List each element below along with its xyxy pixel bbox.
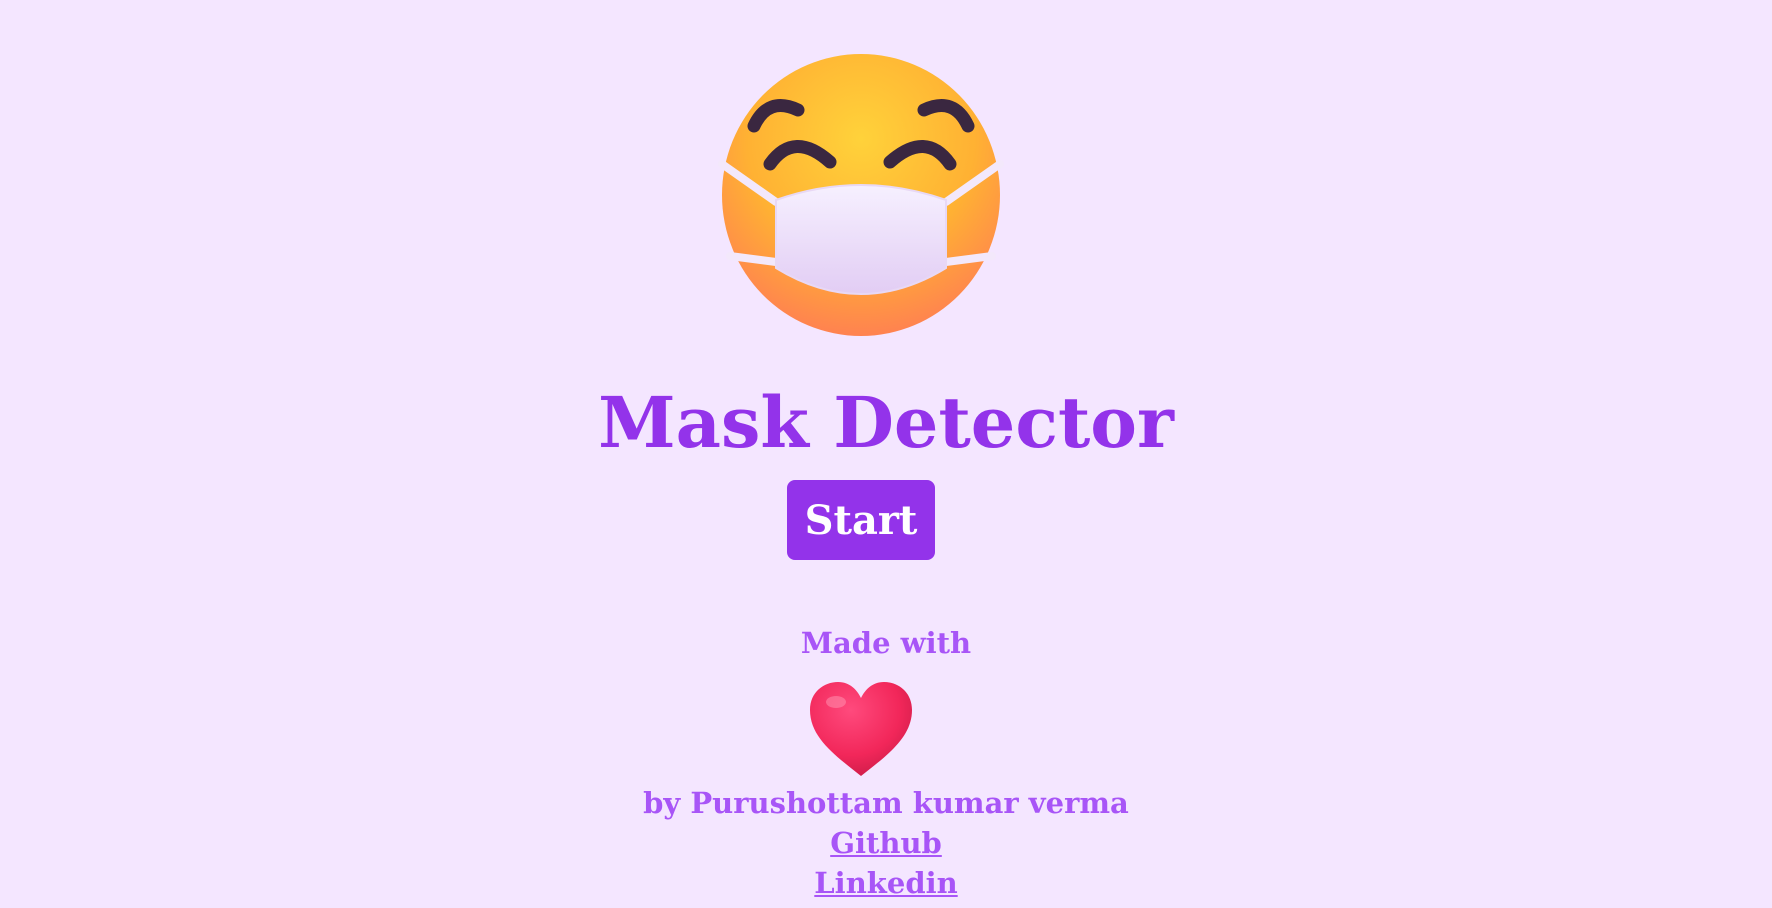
start-button[interactable]: Start: [787, 480, 935, 560]
red-heart-icon: [810, 682, 912, 776]
landing-page: Mask Detector Start Made with by Purusho…: [0, 0, 1772, 908]
github-link-row: Github: [0, 823, 1772, 863]
github-link[interactable]: Github: [830, 826, 942, 860]
made-with-text: Made with: [800, 626, 972, 660]
page-title: Mask Detector: [598, 381, 1174, 464]
linkedin-link-row: Linkedin: [0, 863, 1772, 903]
face-with-medical-mask-icon: [718, 54, 1004, 336]
linkedin-link[interactable]: Linkedin: [814, 866, 957, 900]
author-byline: by Purushottam kumar verma: [643, 786, 1129, 820]
